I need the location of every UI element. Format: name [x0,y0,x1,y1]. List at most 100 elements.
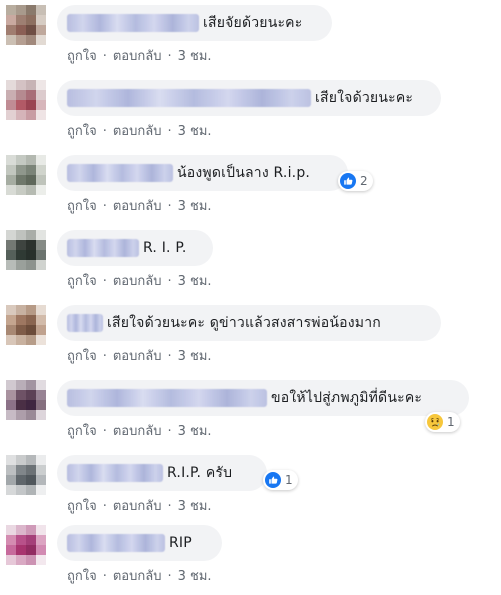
avatar-pixel [36,25,46,35]
reply-link[interactable]: ตอบกลับ [113,124,162,139]
timestamp[interactable]: 3 ชม. [178,124,212,139]
reaction-count: 1 [447,415,455,429]
avatar[interactable] [6,380,46,420]
timestamp[interactable]: 3 ชม. [178,274,212,289]
timestamp[interactable]: 3 ชม. [178,424,212,439]
comment-item: R. I. P. ถูกใจ · ตอบกลับ · 3 ชม. [0,225,501,299]
separator-dot: · [102,424,107,439]
avatar-pixel [16,545,26,555]
comment-text: R. I. P. [143,240,187,256]
avatar-pixel [6,380,16,390]
avatar-pixel [6,390,16,400]
separator-dot: · [167,569,172,584]
reply-link[interactable]: ตอบกลับ [113,49,162,64]
like-link[interactable]: ถูกใจ [67,499,97,514]
avatar-pixel [16,305,26,315]
reply-link[interactable]: ตอบกลับ [113,424,162,439]
avatar-pixel [16,35,26,45]
like-link[interactable]: ถูกใจ [67,349,97,364]
avatar[interactable] [6,525,46,565]
avatar-pixel [36,535,46,545]
avatar-pixel [36,90,46,100]
separator-dot: · [102,49,107,64]
reply-link[interactable]: ตอบกลับ [113,499,162,514]
avatar-pixel [36,35,46,45]
avatar-pixel [36,390,46,400]
avatar[interactable] [6,455,46,495]
avatar-pixel [26,485,36,495]
commenter-name[interactable] [67,314,103,332]
like-link[interactable]: ถูกใจ [67,124,97,139]
avatar-pixel [16,325,26,335]
avatar-pixel [26,535,36,545]
avatar-pixel [6,305,16,315]
like-link[interactable]: ถูกใจ [67,424,97,439]
avatar[interactable] [6,80,46,120]
avatar-pixel [26,380,36,390]
avatar-pixel [26,410,36,420]
like-link[interactable]: ถูกใจ [67,569,97,584]
timestamp[interactable]: 3 ชม. [178,499,212,514]
commenter-name[interactable] [67,534,165,552]
like-link[interactable]: ถูกใจ [67,274,97,289]
comment-bubble: เสียใจด้วยนะคะ ดูข่าวแล้วสงสารพ่อน้องมาก [57,305,441,341]
timestamp[interactable]: 3 ชม. [178,569,212,584]
avatar-pixel [26,5,36,15]
avatar-pixel [6,110,16,120]
avatar-pixel [6,90,16,100]
avatar-pixel [36,155,46,165]
avatar-pixel [16,240,26,250]
avatar-pixel [16,80,26,90]
commenter-name[interactable] [67,89,311,107]
timestamp[interactable]: 3 ชม. [178,349,212,364]
comment-bubble: ขอให้ไปสู่ภพภูมิที่ดีนะคะ [57,380,469,416]
reply-link[interactable]: ตอบกลับ [113,199,162,214]
avatar-pixel [16,335,26,345]
reply-link[interactable]: ตอบกลับ [113,274,162,289]
comment-bubble: น้องพูดเป็นลาง R.i.p. [57,155,348,191]
comment-text: เสียจัยด้วยนะคะ [203,15,303,31]
reaction-badge[interactable]: 1 [263,470,298,490]
avatar[interactable] [6,305,46,345]
like-icon [265,472,281,488]
avatar[interactable] [6,155,46,195]
comment-actions: ถูกใจ · ตอบกลับ · 3 ชม. [67,345,212,366]
avatar-pixel [36,400,46,410]
comment-bubble: เสียใจด้วยนะคะ [57,80,441,116]
separator-dot: · [167,49,172,64]
reaction-badge[interactable]: 2 [338,171,373,191]
avatar-pixel [26,25,36,35]
avatar-pixel [36,165,46,175]
comment-text: ขอให้ไปสู่ภพภูมิที่ดีนะคะ [271,390,423,406]
avatar-pixel [36,80,46,90]
commenter-name[interactable] [67,239,139,257]
avatar-pixel [26,465,36,475]
like-link[interactable]: ถูกใจ [67,199,97,214]
comment-text: RIP [169,535,192,551]
timestamp[interactable]: 3 ชม. [178,199,212,214]
commenter-name[interactable] [67,464,163,482]
avatar-pixel [26,175,36,185]
avatar-pixel [16,390,26,400]
avatar[interactable] [6,5,46,45]
reaction-badge[interactable]: 1 [425,412,460,432]
avatar-pixel [36,455,46,465]
reply-link[interactable]: ตอบกลับ [113,349,162,364]
separator-dot: · [102,274,107,289]
avatar-pixel [16,380,26,390]
avatar-pixel [26,545,36,555]
avatar-pixel [36,110,46,120]
avatar[interactable] [6,230,46,270]
like-link[interactable]: ถูกใจ [67,49,97,64]
reply-link[interactable]: ตอบกลับ [113,569,162,584]
avatar-pixel [26,35,36,45]
avatar-pixel [26,400,36,410]
commenter-name[interactable] [67,14,199,32]
separator-dot: · [167,349,172,364]
avatar-pixel [16,15,26,25]
commenter-name[interactable] [67,164,173,182]
commenter-name[interactable] [67,389,267,407]
avatar-pixel [16,475,26,485]
timestamp[interactable]: 3 ชม. [178,49,212,64]
avatar-pixel [36,465,46,475]
